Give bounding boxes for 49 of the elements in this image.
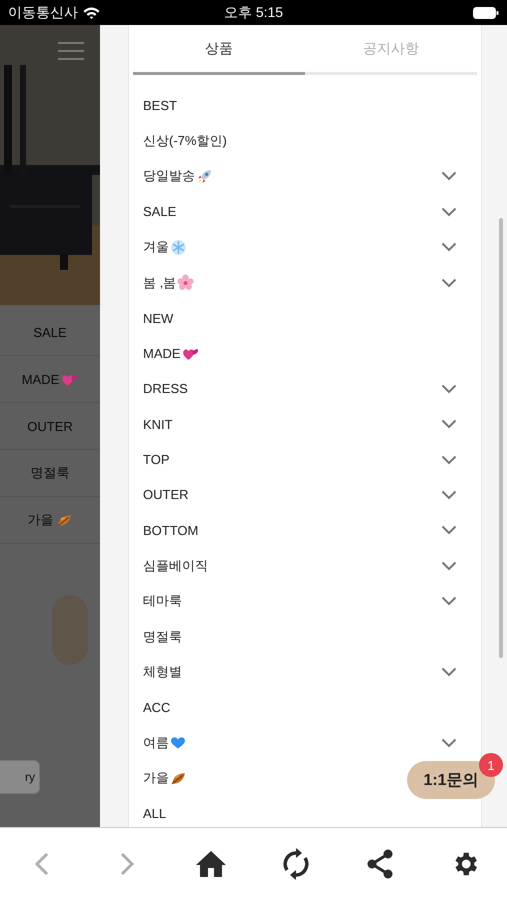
- category-item[interactable]: BEST: [143, 98, 177, 114]
- chevron-down-icon[interactable]: [441, 738, 457, 748]
- category-item[interactable]: OUTER: [143, 487, 188, 502]
- category-item[interactable]: 심플베이직: [143, 556, 208, 575]
- category-item[interactable]: BOTTOM: [143, 522, 198, 538]
- carrier-name: 이동통신사: [8, 4, 78, 22]
- chevron-down-icon[interactable]: [441, 206, 457, 217]
- category-item[interactable]: MADE: [143, 346, 181, 361]
- category-item[interactable]: 봄 ,봄: [143, 274, 176, 292]
- chevron-down-icon[interactable]: [441, 490, 457, 500]
- category-item[interactable]: ALL: [143, 806, 166, 821]
- chevron-down-icon[interactable]: [441, 596, 457, 606]
- leaf-icon: [56, 512, 72, 528]
- category-item[interactable]: KNIT: [143, 416, 173, 432]
- chevron-down-icon[interactable]: [441, 278, 457, 288]
- status-time: 오후 5:15: [224, 4, 284, 22]
- category-item[interactable]: ACC: [143, 700, 170, 715]
- chevron-down-icon[interactable]: [441, 666, 457, 677]
- category-item[interactable]: 신상(-7%할인): [143, 132, 227, 150]
- share-icon: [366, 849, 394, 879]
- wifi-icon: [83, 6, 100, 18]
- home-icon: [195, 850, 228, 878]
- chevron-down-icon[interactable]: [441, 454, 457, 465]
- category-item[interactable]: 명절룩: [143, 628, 182, 646]
- rocket-icon: [196, 168, 213, 185]
- snowflake-icon: [170, 238, 187, 256]
- refresh-icon: [282, 848, 310, 880]
- category-item[interactable]: 여름: [143, 734, 169, 752]
- notification-badge: 1: [479, 753, 503, 777]
- category-item[interactable]: TOP: [143, 452, 170, 468]
- category-item[interactable]: 겨울: [143, 238, 169, 256]
- category-item[interactable]: 당일발송: [143, 167, 195, 186]
- battery-icon: [473, 6, 500, 18]
- category-item[interactable]: NEW: [143, 310, 174, 326]
- category-item[interactable]: 가을: [143, 769, 169, 788]
- chevron-down-icon[interactable]: [441, 560, 457, 571]
- chevron-down-icon[interactable]: [441, 384, 457, 394]
- category-item[interactable]: SALE: [143, 204, 176, 220]
- chevron-down-icon[interactable]: [441, 419, 457, 430]
- category-item[interactable]: DRESS: [143, 381, 188, 396]
- chevron-down-icon[interactable]: [441, 525, 457, 536]
- leaf-icon: [170, 770, 187, 786]
- category-item[interactable]: 체형별: [143, 662, 182, 681]
- chevron-down-icon[interactable]: [441, 242, 457, 252]
- flower-icon: [177, 274, 194, 292]
- heart-icon: [170, 735, 186, 750]
- chevron-down-icon[interactable]: [441, 171, 457, 182]
- category-item[interactable]: 테마룩: [143, 592, 182, 610]
- menu-icon: [58, 41, 84, 61]
